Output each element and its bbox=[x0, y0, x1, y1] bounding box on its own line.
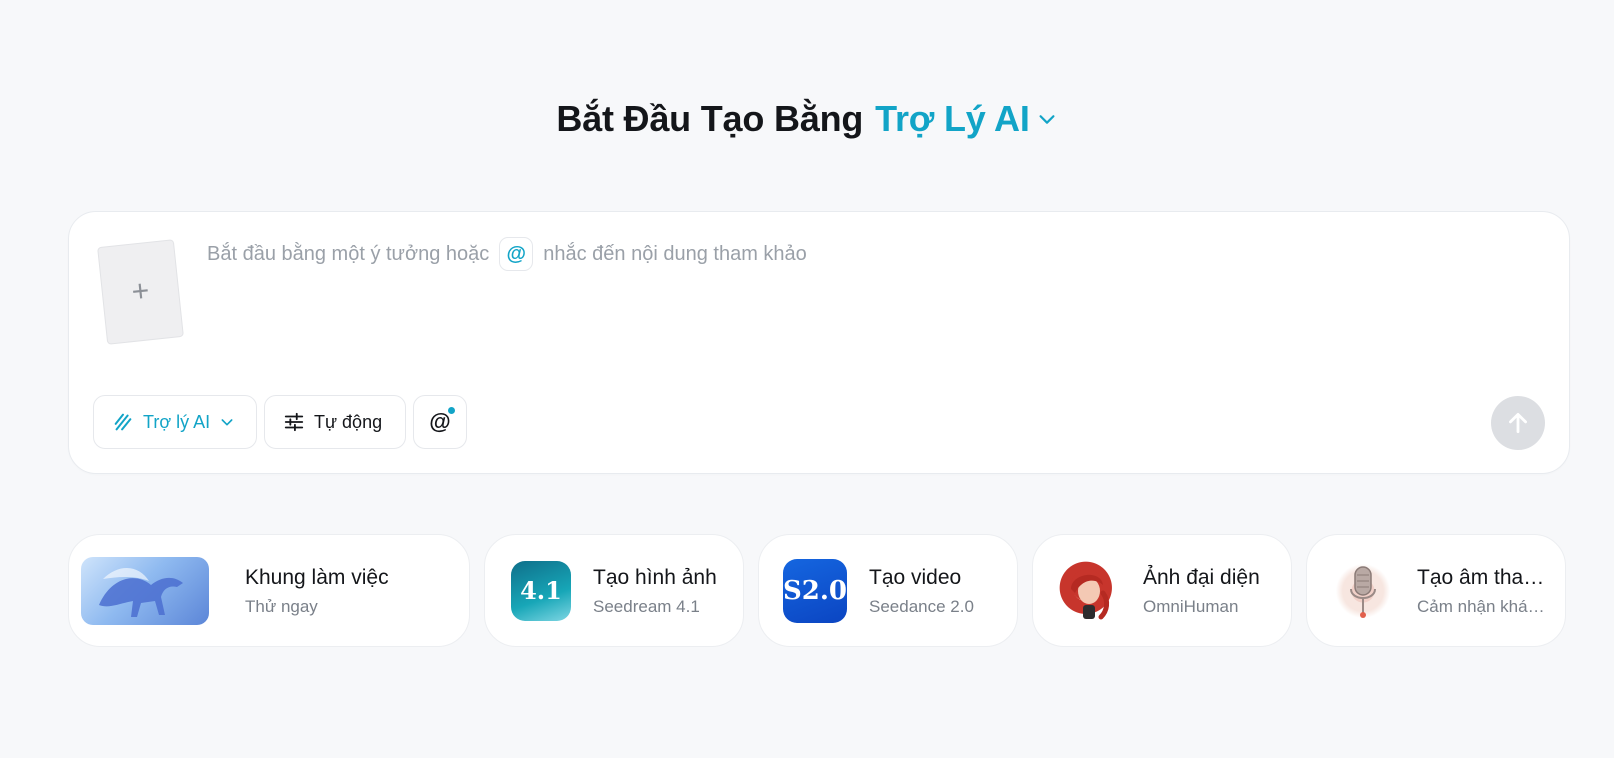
upload-reference-button[interactable]: + bbox=[97, 239, 184, 345]
seedream-thumbnail: 4.1 bbox=[511, 560, 571, 621]
feature-card-audio[interactable]: Tạo âm thanh Cảm nhận khác biệt bbox=[1306, 534, 1566, 647]
page-title: Bắt Đầu Tạo Bằng Trợ Lý AI bbox=[0, 98, 1614, 140]
arrow-up-icon bbox=[1509, 412, 1527, 434]
auto-settings-button[interactable]: Tự động bbox=[264, 395, 406, 449]
ai-assistant-icon bbox=[114, 413, 132, 431]
sliders-icon bbox=[284, 412, 304, 432]
prompt-placeholder-start: Bắt đầu bằng một ý tưởng hoặc bbox=[207, 242, 490, 265]
notification-dot bbox=[448, 407, 455, 414]
feature-card-subtitle: Seedream 4.1 bbox=[593, 597, 700, 617]
mention-button[interactable]: @ bbox=[413, 395, 467, 449]
chevron-down-icon bbox=[1039, 115, 1055, 124]
feature-card-subtitle: Cảm nhận khác biệt bbox=[1417, 597, 1545, 617]
composer-toolbar: Trợ lý AI Tự động @ bbox=[93, 395, 467, 449]
mode-selector-label: Trợ Lý AI bbox=[875, 98, 1030, 139]
feature-cards: Khung làm việc Thử ngay 4.1 Tạo hình ảnh… bbox=[68, 534, 1566, 647]
chevron-down-icon bbox=[221, 419, 233, 426]
prompt-input[interactable]: Bắt đầu bằng một ý tưởng hoặc @ nhắc đến… bbox=[207, 237, 1507, 271]
at-icon: @ bbox=[429, 409, 451, 434]
feature-card-title: Tạo âm thanh bbox=[1417, 565, 1545, 589]
feature-card-subtitle: OmniHuman bbox=[1143, 597, 1239, 617]
feature-card-title: Tạo video bbox=[869, 565, 962, 589]
at-mention-icon: @ bbox=[499, 237, 534, 271]
page: Bắt Đầu Tạo Bằng Trợ Lý AI + Bắt đầu bằn… bbox=[0, 0, 1614, 758]
prompt-placeholder-end: nhắc đến nội dung tham khảo bbox=[543, 242, 807, 265]
page-title-prefix: Bắt Đầu Tạo Bằng bbox=[556, 98, 864, 139]
microphone-thumbnail bbox=[1331, 558, 1395, 623]
send-button[interactable] bbox=[1491, 396, 1545, 450]
avatar-thumbnail bbox=[1057, 558, 1121, 623]
feature-card-subtitle: Thử ngay bbox=[245, 597, 318, 617]
feature-card-title: Khung làm việc bbox=[245, 565, 389, 589]
seedance-thumbnail: S2.0 bbox=[783, 558, 847, 623]
feature-card-avatar[interactable]: Ảnh đại diện OmniHuman bbox=[1032, 534, 1292, 647]
prompt-composer: + Bắt đầu bằng một ý tưởng hoặc @ nhắc đ… bbox=[68, 211, 1570, 474]
feature-card-workspace[interactable]: Khung làm việc Thử ngay bbox=[68, 534, 470, 647]
pegasus-thumbnail bbox=[81, 556, 217, 625]
mode-selector[interactable]: Trợ Lý AI bbox=[875, 98, 1058, 140]
assistant-mode-label: Trợ lý AI bbox=[143, 411, 211, 432]
plus-icon: + bbox=[130, 274, 151, 309]
auto-settings-label: Tự động bbox=[314, 411, 383, 432]
feature-card-image[interactable]: 4.1 Tạo hình ảnh Seedream 4.1 bbox=[484, 534, 744, 647]
feature-card-video[interactable]: S2.0 Tạo video Seedance 2.0 bbox=[758, 534, 1018, 647]
feature-card-title: Tạo hình ảnh bbox=[593, 565, 717, 589]
feature-card-title: Ảnh đại diện bbox=[1143, 565, 1260, 589]
feature-card-subtitle: Seedance 2.0 bbox=[869, 597, 974, 617]
assistant-mode-button[interactable]: Trợ lý AI bbox=[93, 395, 257, 449]
